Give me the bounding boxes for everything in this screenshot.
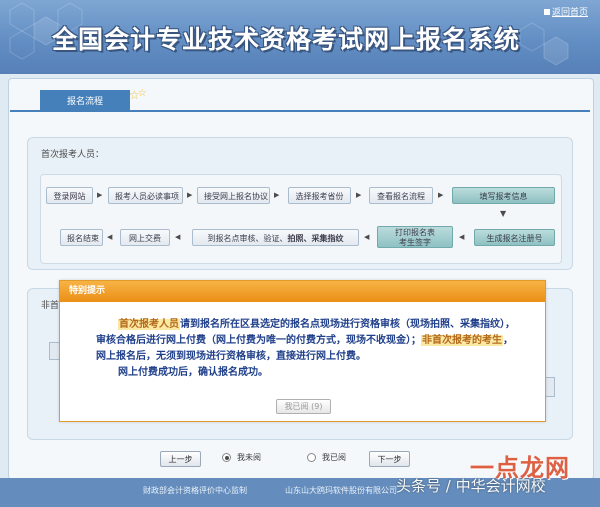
section-title: 非首 bbox=[41, 301, 60, 311]
step-view-process: 查看报名流程 bbox=[369, 187, 433, 204]
acknowledge-button[interactable]: 我已阅 (9) bbox=[276, 399, 331, 414]
highlight-non-first-time: 非首次报考的考生 bbox=[421, 335, 503, 346]
step-verify-bold: 拍照、采集指纹 bbox=[287, 234, 344, 243]
arrow-right-icon: ▶ bbox=[356, 191, 362, 199]
home-link[interactable]: 返回首页 bbox=[543, 5, 588, 18]
step-print-form: 打印报名表 考生签字 bbox=[377, 226, 453, 248]
step-online-pay: 网上交费 bbox=[120, 229, 170, 246]
arrow-left-icon: ◀ bbox=[107, 233, 113, 241]
radio-read[interactable]: 我已阅 bbox=[307, 452, 346, 463]
radio-selected-icon[interactable] bbox=[222, 453, 231, 462]
arrow-left-icon: ◀ bbox=[175, 233, 181, 241]
tab-bar: 报名流程 bbox=[10, 90, 590, 112]
dialog-paragraph-2: 网上付费成功后，确认报名成功。 bbox=[118, 367, 268, 378]
dialog-paragraph-1: 首次报考人员请到报名所在区县选定的报名点现场进行资格审核（现场拍照、采集指纹），… bbox=[96, 317, 516, 365]
arrow-down-icon: ▼ bbox=[500, 209, 507, 218]
prev-step-button[interactable]: 上一步 bbox=[160, 451, 201, 467]
flow-step-partial bbox=[545, 377, 555, 397]
step-print-line1: 打印报名表 bbox=[395, 228, 435, 237]
home-link-label: 返回首页 bbox=[551, 8, 588, 18]
step-select-province: 选择报考省份 bbox=[288, 187, 351, 204]
step-login: 登录网站 bbox=[46, 187, 93, 204]
star-icons: ☆☆ bbox=[129, 88, 149, 103]
watermark-text: 头条号 / 中华会计网校 bbox=[396, 477, 546, 495]
step-verify-prefix: 到报名点审核、验证、 bbox=[207, 234, 288, 243]
special-notice-dialog: 特别提示 首次报考人员请到报名所在区县选定的报名点现场进行资格审核（现场拍照、采… bbox=[59, 280, 546, 422]
tab-registration-process[interactable]: 报名流程 bbox=[40, 90, 130, 110]
section-title: 首次报考人员： bbox=[41, 150, 105, 160]
arrow-left-icon: ◀ bbox=[459, 233, 465, 241]
radio-read-label: 我已阅 bbox=[322, 453, 346, 462]
next-step-button[interactable]: 下一步 bbox=[369, 451, 410, 467]
arrow-right-icon: ▶ bbox=[274, 191, 280, 199]
header-banner: 全国会计专业技术资格考试网上报名系统 返回首页 bbox=[0, 0, 600, 74]
step-accept-agreement: 接受网上报名协议 bbox=[197, 187, 270, 204]
radio-unread[interactable]: 我未阅 bbox=[222, 452, 261, 463]
highlight-first-time: 首次报考人员 bbox=[118, 319, 180, 330]
dialog-title: 特别提示 bbox=[60, 281, 545, 302]
step-must-read: 报考人员必读事项 bbox=[108, 187, 183, 204]
step-end: 报名结束 bbox=[60, 229, 103, 246]
dialog-body: 首次报考人员请到报名所在区县选定的报名点现场进行资格审核（现场拍照、采集指纹），… bbox=[96, 317, 516, 381]
step-verify: 到报名点审核、验证、拍照、采集指纹 bbox=[192, 229, 359, 246]
arrow-right-icon: ▶ bbox=[438, 191, 444, 199]
radio-unread-label: 我未阅 bbox=[237, 453, 261, 462]
home-icon bbox=[543, 8, 550, 15]
arrow-left-icon: ◀ bbox=[364, 233, 370, 241]
arrow-right-icon: ▶ bbox=[97, 191, 103, 199]
step-generate-number: 生成报名注册号 bbox=[474, 229, 555, 246]
step-fill-info: 填写报考信息 bbox=[452, 187, 555, 204]
radio-unselected-icon[interactable] bbox=[307, 453, 316, 462]
page-title: 全国会计专业技术资格考试网上报名系统 bbox=[52, 25, 521, 54]
star-icon: ☆ bbox=[137, 88, 147, 99]
footer-supervisor: 财政部会计资格评价中心监制 bbox=[143, 486, 247, 495]
footer-company: 山东山大鸥玛软件股份有限公司 bbox=[285, 486, 397, 495]
step-print-line2: 考生签字 bbox=[399, 238, 431, 247]
arrow-right-icon: ▶ bbox=[187, 191, 193, 199]
